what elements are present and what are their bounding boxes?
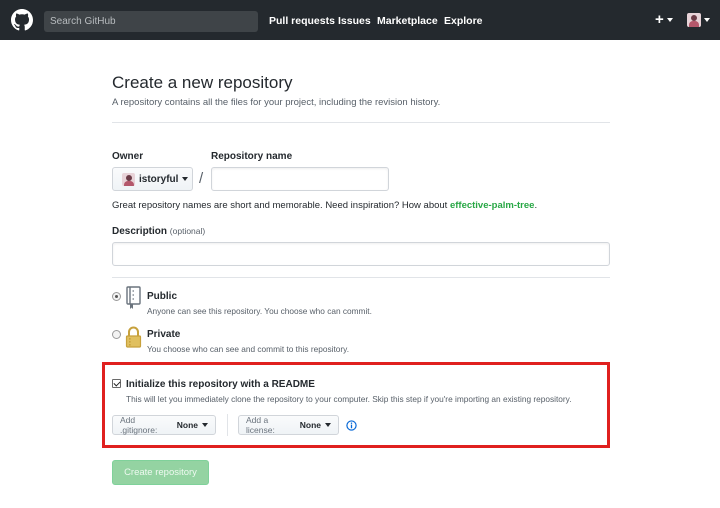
owner-value: istoryful xyxy=(139,173,179,185)
github-logo-icon[interactable] xyxy=(11,9,33,31)
description-input[interactable] xyxy=(112,242,610,266)
gitignore-value: None xyxy=(176,420,198,430)
readme-option-title: Initialize this repository with a README xyxy=(126,379,315,390)
license-label: Add a license: xyxy=(246,415,275,435)
private-radio[interactable] xyxy=(112,330,121,339)
page-title: Create a new repository xyxy=(112,73,293,92)
page-subtitle: A repository contains all the files for … xyxy=(112,97,441,108)
owner-label: Owner xyxy=(112,151,144,162)
search-input[interactable] xyxy=(44,11,258,32)
owner-repo-separator: / xyxy=(199,170,204,187)
caret-down-icon xyxy=(202,423,208,427)
readme-checkbox[interactable] xyxy=(112,379,121,388)
public-repo-icon xyxy=(126,286,141,309)
nav-marketplace[interactable]: Marketplace xyxy=(377,15,438,27)
section-divider xyxy=(112,122,610,123)
nav-explore[interactable]: Explore xyxy=(444,15,483,27)
top-navigation-bar: Pull requests Issues Marketplace Explore… xyxy=(0,0,720,40)
license-value: None xyxy=(299,420,321,430)
optional-tag: (optional) xyxy=(169,226,206,236)
gitignore-label: Add .gitignore: xyxy=(120,415,158,435)
user-avatar xyxy=(687,13,701,27)
nav-pull-requests[interactable]: Pull requests xyxy=(269,15,335,27)
repository-name-input[interactable] xyxy=(211,167,389,191)
name-suggestion[interactable]: effective-palm-tree xyxy=(450,200,534,211)
caret-down-icon xyxy=(704,18,710,22)
public-option-title: Public xyxy=(147,291,178,302)
caret-down-icon xyxy=(182,177,189,181)
caret-down-icon xyxy=(666,18,673,23)
create-repository-button[interactable]: Create repository xyxy=(112,460,209,485)
gitignore-select-button[interactable]: Add .gitignore: None xyxy=(112,415,216,435)
license-select-button[interactable]: Add a license: None xyxy=(238,415,339,435)
private-option-description: You choose who can see and commit to thi… xyxy=(147,344,350,354)
public-radio[interactable] xyxy=(112,292,121,301)
lock-icon xyxy=(125,326,142,348)
create-new-menu[interactable]: + xyxy=(655,11,673,28)
description-label: Description (optional) xyxy=(112,226,206,237)
readme-highlight-box xyxy=(102,362,610,448)
repository-name-label: Repository name xyxy=(211,151,293,162)
section-divider xyxy=(112,277,610,278)
nav-issues[interactable]: Issues xyxy=(338,15,371,27)
readme-option-description: This will let you immediately clone the … xyxy=(126,394,572,404)
repository-name-hint: Great repository names are short and mem… xyxy=(112,200,538,211)
caret-down-icon xyxy=(325,423,331,427)
info-icon[interactable] xyxy=(346,420,357,431)
select-separator xyxy=(227,414,228,436)
owner-select-button[interactable]: istoryful xyxy=(112,167,193,191)
owner-avatar xyxy=(122,172,135,186)
user-menu[interactable] xyxy=(687,13,710,27)
public-option-description: Anyone can see this repository. You choo… xyxy=(147,306,372,316)
private-option-title: Private xyxy=(147,329,181,340)
plus-icon: + xyxy=(655,11,664,28)
